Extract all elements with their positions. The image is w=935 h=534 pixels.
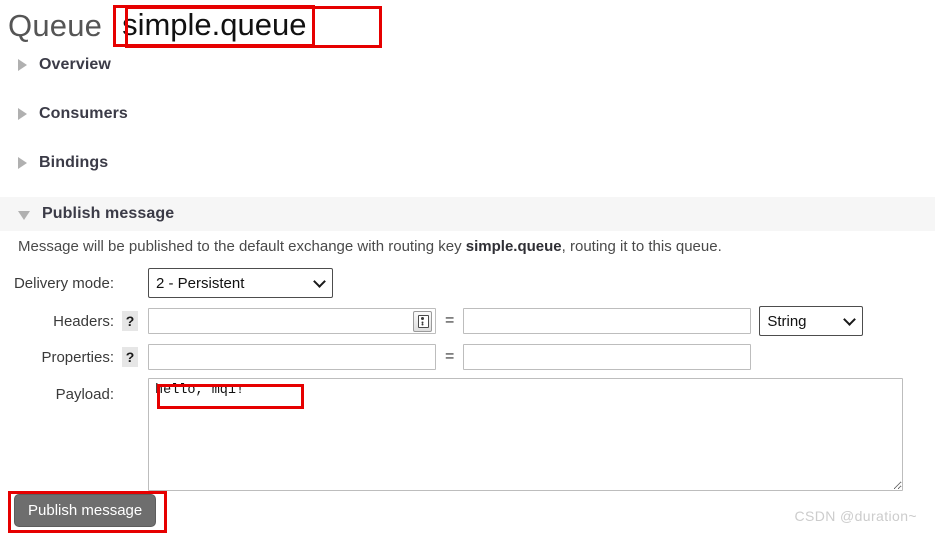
- publish-description: Message will be published to the default…: [18, 238, 722, 255]
- section-header-consumers[interactable]: Consumers: [0, 97, 935, 131]
- triangle-down-icon: [18, 210, 30, 220]
- headers-row: Headers: ? = String: [0, 306, 864, 336]
- properties-equals-sign: =: [445, 348, 455, 365]
- contact-card-icon[interactable]: [413, 311, 432, 332]
- section-label-consumers: Consumers: [39, 105, 128, 122]
- triangle-right-icon: [18, 108, 27, 120]
- headers-type-select-wrap: String: [759, 306, 864, 336]
- headers-key-field-wrap: [148, 308, 436, 334]
- payload-textarea[interactable]: hello, mq1!: [148, 378, 903, 491]
- section-label-overview: Overview: [39, 56, 111, 73]
- payload-row: Payload: hello, mq1!: [0, 378, 903, 491]
- properties-label: Properties:: [41, 348, 114, 366]
- headers-value-input[interactable]: [463, 308, 752, 334]
- publish-description-before: Message will be published to the default…: [18, 238, 466, 255]
- section-label-publish-message: Publish message: [42, 205, 175, 222]
- page-title-queue-name: simple.queue: [113, 4, 316, 48]
- publish-description-after: , routing it to this queue.: [561, 238, 722, 255]
- headers-key-input[interactable]: [148, 308, 436, 334]
- headers-label: Headers:: [53, 312, 114, 330]
- properties-key-input[interactable]: [148, 344, 436, 370]
- page-title-prefix: Queue: [8, 8, 103, 43]
- payload-label: Payload:: [55, 386, 114, 403]
- delivery-mode-select-wrap: 2 - Persistent: [148, 268, 333, 298]
- headers-equals-sign: =: [445, 312, 455, 329]
- publish-description-routing-key: simple.queue: [465, 238, 562, 255]
- section-header-bindings[interactable]: Bindings: [0, 146, 935, 180]
- watermark: CSDN @duration~: [794, 508, 917, 524]
- properties-help-icon[interactable]: ?: [122, 347, 138, 367]
- page-title: Queue simple.queue: [0, 2, 316, 50]
- delivery-mode-label: Delivery mode:: [13, 274, 114, 292]
- triangle-right-icon: [18, 59, 27, 71]
- delivery-mode-row: Delivery mode: 2 - Persistent: [0, 268, 333, 298]
- headers-type-select[interactable]: String: [759, 306, 864, 336]
- section-header-overview[interactable]: Overview: [0, 48, 935, 82]
- properties-value-input[interactable]: [463, 344, 752, 370]
- triangle-right-icon: [18, 157, 27, 169]
- publish-message-button[interactable]: Publish message: [14, 494, 157, 527]
- properties-row: Properties: ? =: [0, 344, 752, 370]
- section-label-bindings: Bindings: [39, 154, 109, 171]
- headers-help-icon[interactable]: ?: [122, 311, 138, 331]
- delivery-mode-select[interactable]: 2 - Persistent: [148, 268, 333, 298]
- section-header-publish-message[interactable]: Publish message: [0, 197, 935, 231]
